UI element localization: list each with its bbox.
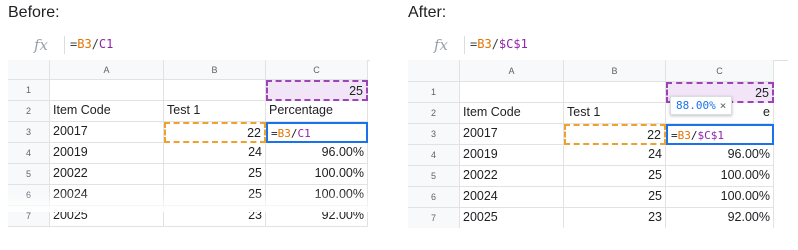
before-spreadsheet: fx =B3/C1 A B C 1 25 2 Item Code Test 1 …	[8, 30, 370, 246]
row-header[interactable]: 3	[408, 124, 460, 145]
fx-icon: fx	[434, 36, 449, 54]
column-header-c[interactable]: C	[666, 60, 774, 82]
cell-a5[interactable]: 20022	[460, 166, 564, 187]
cell-a2[interactable]: Item Code	[50, 101, 164, 122]
close-icon[interactable]: ×	[720, 99, 727, 112]
cell-b3[interactable]: 22	[164, 122, 266, 143]
row-header[interactable]: 4	[8, 143, 50, 164]
row-header[interactable]: 1	[8, 80, 50, 101]
formula-bar[interactable]: fx =B3/C1	[8, 30, 370, 61]
row-header[interactable]: 2	[8, 101, 50, 122]
column-header-b[interactable]: B	[564, 60, 666, 82]
cell-a2[interactable]: Item Code	[460, 103, 564, 124]
cell-b2[interactable]: Test 1	[564, 103, 666, 124]
select-all-corner[interactable]	[8, 60, 50, 80]
formula-bar[interactable]: fx =B3/$C$1	[408, 30, 788, 61]
before-heading: Before:	[8, 4, 60, 21]
cell-a1[interactable]	[460, 82, 564, 103]
tooltip-value: 88.00%	[676, 99, 716, 112]
fx-icon: fx	[34, 36, 49, 54]
cell-a7[interactable]: 20025	[460, 208, 564, 228]
cell-b4[interactable]: 24	[564, 145, 666, 166]
row-header[interactable]: 3	[8, 122, 50, 143]
cell-a3[interactable]: 20017	[50, 122, 164, 143]
cell-b7[interactable]: 23	[564, 208, 666, 228]
cell-c4[interactable]: 96.00%	[266, 143, 368, 164]
formula-input[interactable]: =B3/C1	[70, 37, 113, 51]
cell-c1[interactable]: 25	[266, 80, 368, 101]
cell-c5[interactable]: 100.00%	[266, 164, 368, 185]
column-header-a[interactable]: A	[50, 60, 164, 80]
after-heading: After:	[408, 4, 447, 21]
cell-a1[interactable]	[50, 80, 164, 101]
cell-c3-editing[interactable]: =B3/C1	[266, 122, 368, 143]
cell-c3-editing[interactable]: =B3/$C$1	[666, 124, 774, 145]
cell-b4[interactable]: 24	[164, 143, 266, 164]
cell-c6[interactable]: 100.00%	[666, 187, 774, 208]
formula-input[interactable]: =B3/$C$1	[470, 37, 528, 51]
row-header[interactable]: 4	[408, 145, 460, 166]
cell-a4[interactable]: 20019	[50, 143, 164, 164]
cell-b5[interactable]: 25	[164, 164, 266, 185]
cell-b1[interactable]	[564, 82, 666, 103]
fade-overlay	[8, 192, 370, 212]
cell-c7[interactable]: 92.00%	[666, 208, 774, 228]
cell-b5[interactable]: 25	[564, 166, 666, 187]
row-header[interactable]: 7	[408, 208, 460, 228]
column-header-c[interactable]: C	[266, 60, 368, 80]
column-header-b[interactable]: B	[164, 60, 266, 80]
after-spreadsheet: fx =B3/$C$1 A B C 1 25 2 Item Code Test …	[408, 30, 788, 228]
select-all-corner[interactable]	[408, 60, 460, 82]
cell-a5[interactable]: 20022	[50, 164, 164, 185]
cell-a3[interactable]: 20017	[460, 124, 564, 145]
cell-b2[interactable]: Test 1	[164, 101, 266, 122]
cell-c2[interactable]: Percentage	[266, 101, 368, 122]
cell-c4[interactable]: 96.00%	[666, 145, 774, 166]
row-header[interactable]: 2	[408, 103, 460, 124]
cell-b6[interactable]: 25	[564, 187, 666, 208]
row-header[interactable]: 6	[408, 187, 460, 208]
row-header[interactable]: 1	[408, 82, 460, 103]
column-header-a[interactable]: A	[460, 60, 564, 82]
cell-a4[interactable]: 20019	[460, 145, 564, 166]
formula-bar-divider	[464, 36, 465, 54]
cell-a6[interactable]: 20024	[460, 187, 564, 208]
formula-result-tooltip: 88.00% ×	[670, 96, 733, 115]
cell-b3[interactable]: 22	[564, 124, 666, 145]
cell-b1[interactable]	[164, 80, 266, 101]
row-header[interactable]: 5	[408, 166, 460, 187]
row-header[interactable]: 5	[8, 164, 50, 185]
cell-c5[interactable]: 100.00%	[666, 166, 774, 187]
formula-bar-divider	[64, 36, 65, 54]
